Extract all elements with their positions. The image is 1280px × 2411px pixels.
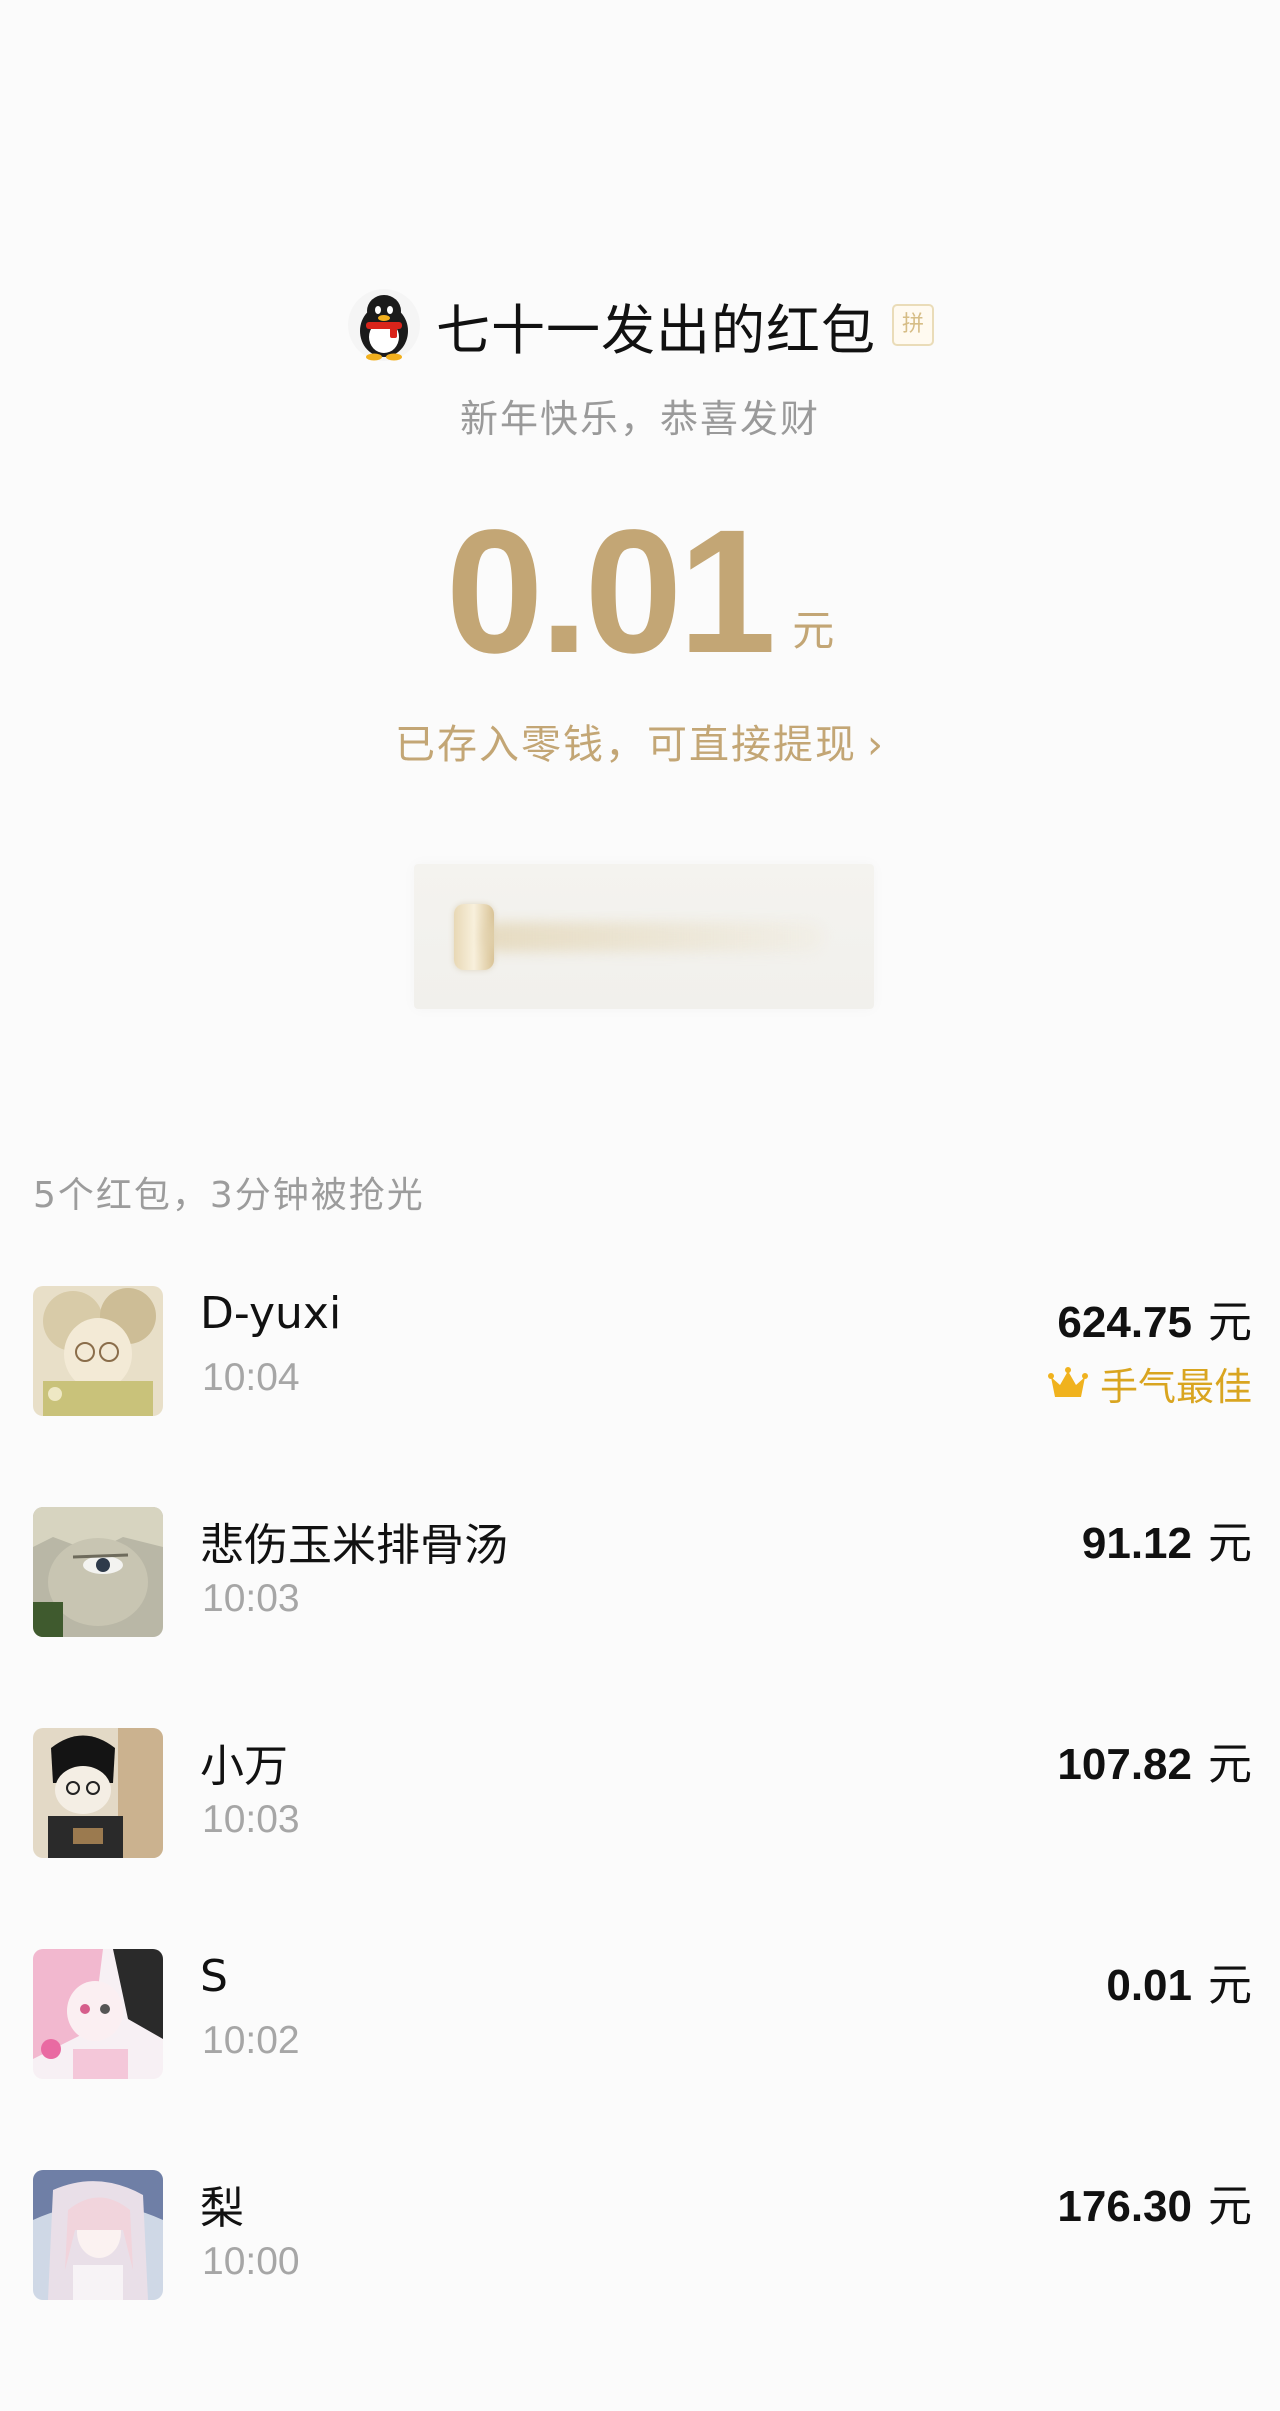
grab-amount: 107.82 元 [1057,1728,1252,1792]
list-item[interactable]: 梨 10:00 176.30 元 [0,2152,1280,2373]
list-item[interactable]: 小万 10:03 107.82 元 [0,1710,1280,1931]
best-luck-badge: 手气最佳 [1047,1356,1252,1411]
chevron-right-icon: › [867,722,885,768]
packet-title: 七十一发出的红包 [436,298,876,362]
recipient-list: D-yuxi 10:04 624.75 元 手气最佳 悲伤玉米排骨汤 10:03… [0,1268,1280,2373]
avatar[interactable] [33,1286,163,1416]
grab-amount: 176.30 元 [1057,2170,1252,2234]
recipient-name: S [200,1951,228,2002]
red-packet-detail-page: 七十一发出的红包 拼 新年快乐，恭喜发财 0.01 元 已存入零钱，可直接提现 ›… [0,0,1280,2411]
avatar[interactable] [33,1728,163,1858]
group-badge: 拼 [892,304,934,346]
amount-number: 624.75 [1057,1298,1192,1347]
amount-unit: 元 [1208,1518,1252,1569]
amount-number: 176.30 [1057,2182,1192,2231]
best-luck-label: 手气最佳 [1099,1365,1252,1409]
grab-amount: 0.01 元 [1106,1949,1252,2013]
grab-time: 10:04 [202,1356,300,1399]
amount-value: 0.01 [445,494,777,690]
list-item[interactable]: 悲伤玉米排骨汤 10:03 91.12 元 [0,1489,1280,1710]
reply-sticker[interactable] [414,864,874,1009]
amount-unit: 元 [1208,1960,1252,2011]
grab-summary: 5个红包，3分钟被抢光 [33,1175,425,1216]
wallet-link[interactable]: 已存入零钱，可直接提现 › [0,712,1280,770]
packet-greeting: 新年快乐，恭喜发财 [459,397,820,441]
amount-unit: 元 [792,606,835,655]
grab-amount: 91.12 元 [1082,1507,1252,1571]
grab-time: 10:02 [202,2019,300,2062]
recipient-name: 悲伤玉米排骨汤 [200,1520,508,1571]
sticker-blur [484,922,824,952]
avatar[interactable] [33,1507,163,1637]
sender-avatar[interactable] [346,287,422,363]
recipient-name: D-yuxi [200,1288,342,1339]
grab-time: 10:03 [202,1577,300,1620]
list-item[interactable]: S 10:02 0.01 元 [0,1931,1280,2152]
recipient-name: 梨 [200,2183,244,2234]
packet-header: 七十一发出的红包 拼 [0,283,1280,367]
grab-amount: 624.75 元 [1057,1286,1252,1350]
grab-time: 10:03 [202,1798,300,1841]
wallet-link-label: 已存入零钱，可直接提现 [395,722,857,768]
amount-unit: 元 [1208,2181,1252,2232]
amount-unit: 元 [1208,1297,1252,1348]
received-amount: 0.01 元 [0,500,1280,680]
recipient-name: 小万 [200,1741,288,1792]
grab-time: 10:00 [202,2240,300,2283]
avatar[interactable] [33,1949,163,2079]
amount-number: 0.01 [1106,1961,1192,2010]
amount-number: 107.82 [1057,1740,1192,1789]
amount-number: 91.12 [1081,1519,1192,1568]
crown-icon [1047,1366,1088,1397]
list-item[interactable]: D-yuxi 10:04 624.75 元 手气最佳 [0,1268,1280,1489]
amount-unit: 元 [1208,1739,1252,1790]
avatar[interactable] [33,2170,163,2300]
